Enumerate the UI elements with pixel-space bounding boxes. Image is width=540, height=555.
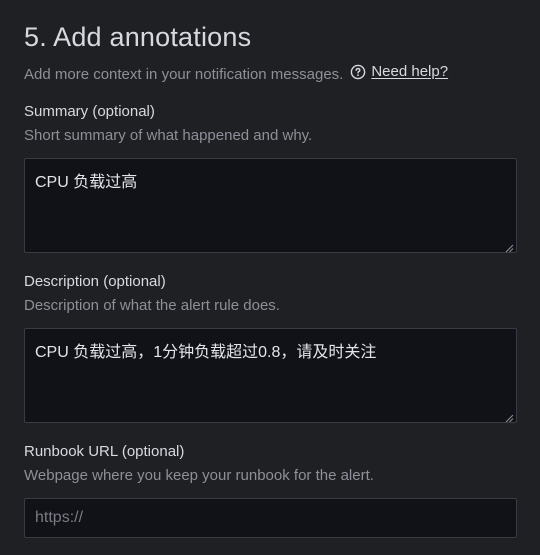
need-help-link[interactable]: Need help? <box>350 63 448 80</box>
description-textarea[interactable]: CPU 负载过高，1分钟负载超过0.8，请及时关注 <box>24 328 517 423</box>
summary-value: CPU 负载过高 <box>35 174 138 191</box>
summary-label: Summary (optional) <box>24 103 155 120</box>
section-description: Add more context in your notification me… <box>24 66 344 83</box>
runbook-url-input[interactable]: https:// <box>24 498 517 538</box>
description-value: CPU 负载过高，1分钟负载超过0.8，请及时关注 <box>35 344 377 361</box>
runbook-label: Runbook URL (optional) <box>24 443 185 460</box>
resize-handle-icon[interactable] <box>504 410 514 423</box>
resize-handle-icon[interactable] <box>504 240 514 253</box>
annotations-panel: 5. Add annotations Add more context in y… <box>0 0 540 555</box>
summary-description: Short summary of what happened and why. <box>24 127 313 144</box>
need-help-label: Need help? <box>371 63 449 80</box>
section-title: 5. Add annotations <box>24 22 252 52</box>
runbook-description: Webpage where you keep your runbook for … <box>24 467 374 484</box>
runbook-url-placeholder: https:// <box>35 509 84 526</box>
section-description-row: Add more context in your notification me… <box>24 63 448 83</box>
description-label: Description (optional) <box>24 273 166 290</box>
question-circle-icon <box>350 64 366 80</box>
summary-textarea[interactable]: CPU 负载过高 <box>24 158 517 253</box>
description-description: Description of what the alert rule does. <box>24 297 280 314</box>
